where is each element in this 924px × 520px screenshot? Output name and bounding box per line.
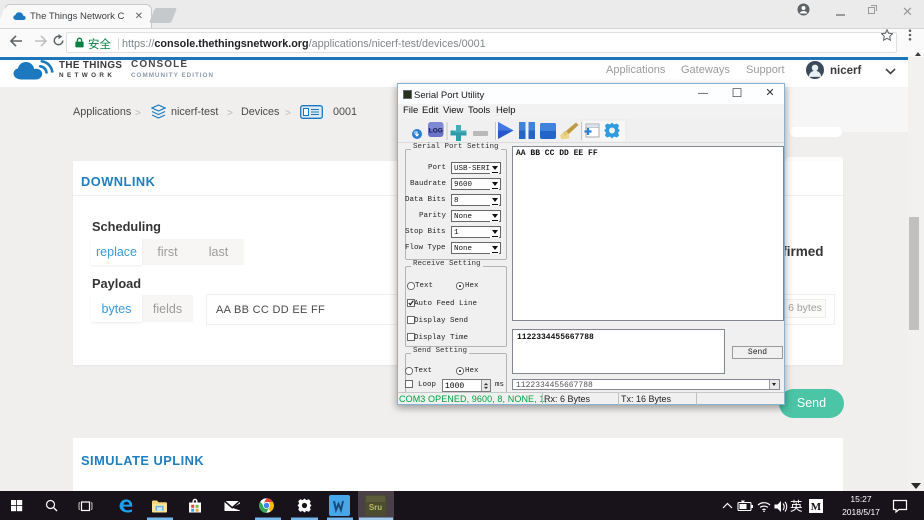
svg-text:LOG: LOG — [429, 128, 443, 135]
svg-text:Sru: Sru — [369, 503, 382, 512]
svg-text:英: 英 — [790, 500, 803, 514]
svg-text:M: M — [811, 501, 822, 513]
